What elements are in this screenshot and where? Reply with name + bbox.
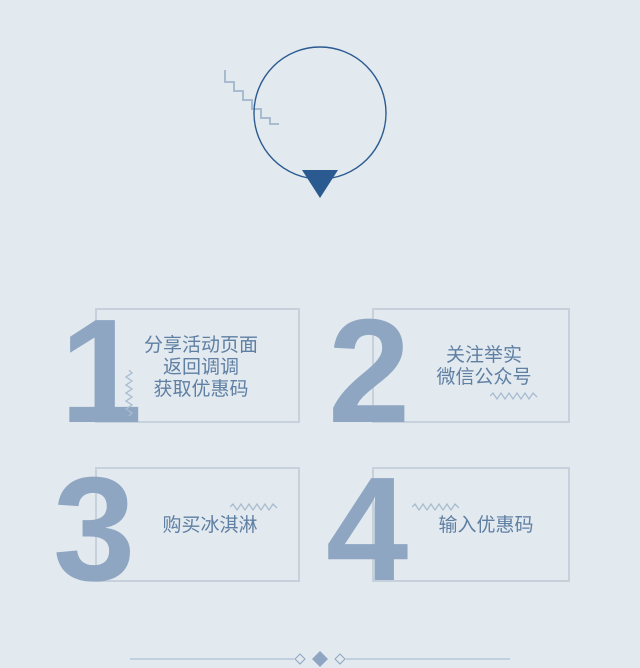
- footer-diamond-divider-icon: [130, 651, 510, 667]
